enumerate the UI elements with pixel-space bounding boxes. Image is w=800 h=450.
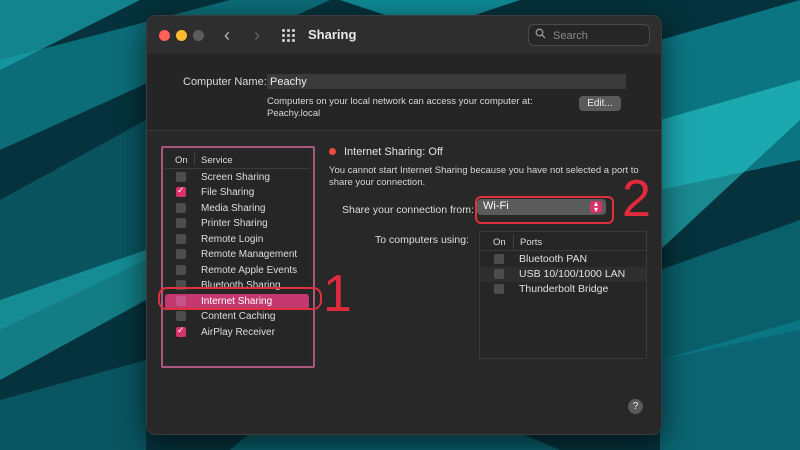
forward-chevron-icon[interactable]: ›: [254, 25, 260, 46]
zoom-icon[interactable]: [193, 30, 204, 41]
services-list: On Service Screen Sharing File Sharing M…: [165, 150, 309, 362]
annotation-highlight-1: [158, 287, 322, 310]
service-item-airplay-receiver[interactable]: AirPlay Receiver: [165, 325, 309, 340]
checkbox[interactable]: [176, 203, 186, 213]
checkbox[interactable]: [176, 218, 186, 228]
annotation-marker-1: 1: [323, 265, 352, 323]
sharing-window: ‹ › Sharing Computer Name: Computers on …: [146, 15, 662, 435]
status-dot-icon: [329, 148, 336, 155]
checkbox[interactable]: [494, 284, 504, 294]
checkbox[interactable]: [176, 265, 186, 275]
port-item-thunderbolt-bridge[interactable]: Thunderbolt Bridge: [480, 282, 646, 297]
header-on: On: [175, 155, 188, 166]
checkbox[interactable]: [176, 249, 186, 259]
search-field[interactable]: [528, 24, 650, 46]
back-chevron-icon[interactable]: ‹: [224, 25, 230, 46]
search-input[interactable]: [551, 27, 645, 44]
ports-header: On Ports: [480, 232, 646, 251]
checkbox[interactable]: [176, 311, 186, 321]
window-title: Sharing: [308, 27, 357, 42]
service-item-screen-sharing[interactable]: Screen Sharing: [165, 170, 309, 185]
description-line: Computers on your local network can acce…: [267, 96, 533, 107]
edit-button[interactable]: Edit...: [579, 96, 621, 111]
service-label: Content Caching: [201, 311, 276, 322]
service-label: Remote Login: [201, 234, 264, 245]
close-icon[interactable]: [159, 30, 170, 41]
checkbox[interactable]: [176, 185, 186, 197]
service-label: File Sharing: [201, 187, 255, 198]
service-label: Remote Apple Events: [201, 265, 298, 276]
checkbox[interactable]: [176, 325, 186, 337]
internet-sharing-warning: You cannot start Internet Sharing becaus…: [329, 165, 639, 188]
port-label: Bluetooth PAN: [519, 253, 588, 265]
service-label: Remote Management: [201, 249, 298, 260]
to-computers-label: To computers using:: [375, 234, 469, 246]
computer-name-field[interactable]: [267, 74, 626, 89]
port-item-usb-lan[interactable]: USB 10/100/1000 LAN: [480, 267, 646, 282]
computer-name-label: Computer Name:: [183, 76, 267, 88]
service-item-content-caching[interactable]: Content Caching: [165, 309, 309, 324]
checkbox[interactable]: [494, 254, 504, 264]
service-item-media-sharing[interactable]: Media Sharing: [165, 201, 309, 216]
annotation-highlight-2: [475, 196, 614, 224]
service-label: Media Sharing: [201, 203, 266, 214]
checkbox[interactable]: [176, 234, 186, 244]
checkbox[interactable]: [176, 172, 186, 182]
service-label: AirPlay Receiver: [201, 327, 275, 338]
services-header: On Service: [165, 150, 309, 169]
port-label: USB 10/100/1000 LAN: [519, 268, 626, 280]
service-label: Screen Sharing: [201, 172, 270, 183]
computer-name-description: Computers on your local network can acce…: [267, 96, 533, 120]
annotation-marker-2: 2: [622, 170, 651, 228]
search-icon: [535, 28, 546, 39]
header-on: On: [493, 237, 506, 248]
checkbox[interactable]: [494, 269, 504, 279]
header-ports: Ports: [520, 237, 543, 248]
help-icon[interactable]: ?: [628, 399, 643, 414]
service-item-printer-sharing[interactable]: Printer Sharing: [165, 216, 309, 231]
service-label: Printer Sharing: [201, 218, 268, 229]
service-item-remote-management[interactable]: Remote Management: [165, 247, 309, 262]
internet-sharing-status: Internet Sharing: Off: [344, 146, 443, 158]
service-item-file-sharing[interactable]: File Sharing: [165, 185, 309, 200]
ports-list: On Ports Bluetooth PAN USB 10/100/1000 L…: [479, 231, 647, 359]
title-bar: ‹ › Sharing: [147, 16, 661, 54]
port-item-bluetooth-pan[interactable]: Bluetooth PAN: [480, 252, 646, 267]
share-from-label: Share your connection from:: [342, 204, 474, 216]
sharing-main-section: On Service Screen Sharing File Sharing M…: [147, 131, 661, 434]
local-hostname: Peachy.local: [267, 108, 321, 119]
header-service: Service: [201, 155, 233, 166]
computer-name-section: Computer Name: Computers on your local n…: [147, 54, 661, 131]
port-label: Thunderbolt Bridge: [519, 283, 609, 295]
service-item-remote-apple-events[interactable]: Remote Apple Events: [165, 263, 309, 278]
service-item-remote-login[interactable]: Remote Login: [165, 232, 309, 247]
minimize-icon[interactable]: [176, 30, 187, 41]
